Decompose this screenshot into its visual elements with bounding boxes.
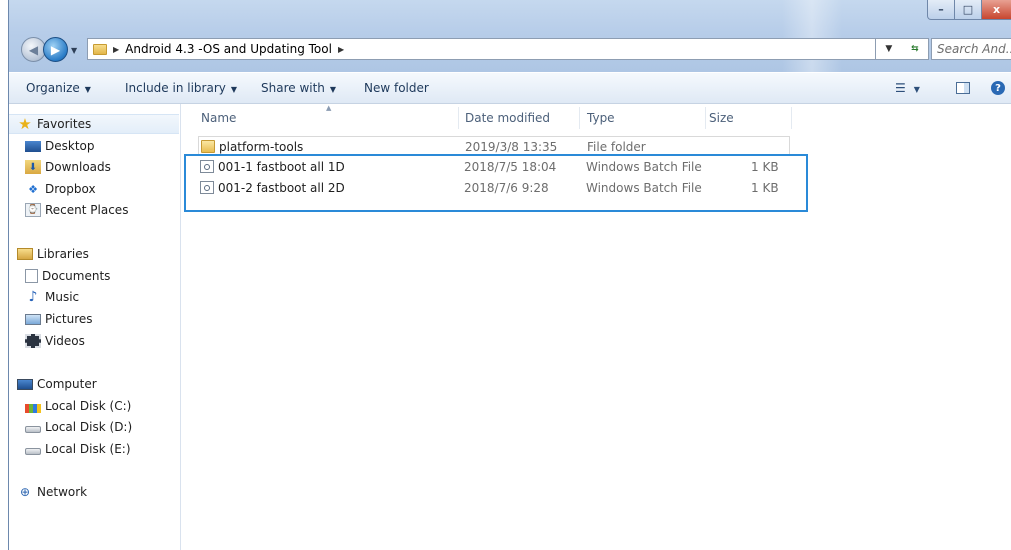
explorer-window: – □ x ◀ ▶ ▼ ▶ Android 4.3 -OS and Updati… [8,0,1011,550]
folder-icon [201,140,215,153]
chevron-down-icon: ▼ [84,85,91,94]
file-type: File folder [587,140,646,154]
disk-icon [25,447,41,455]
sidebar-item-favorites[interactable]: ★ Favorites [9,114,179,134]
column-header-name[interactable]: Name [201,111,236,125]
file-row-platform-tools[interactable]: platform-tools 2019/3/8 13:35 File folde… [198,136,790,156]
view-details-icon: ☰ [895,81,906,95]
help-icon[interactable]: ? [991,81,1005,95]
share-with-button[interactable]: Share with ▼ [261,81,336,95]
search-placeholder: Search And... [937,42,1011,56]
videos-icon [25,334,41,348]
chevron-down-icon: ▼ [913,85,920,94]
disk-icon [25,425,41,433]
libraries-icon [17,248,33,260]
sidebar-item-computer[interactable]: Computer [9,374,97,394]
sidebar-item-videos[interactable]: Videos [9,331,85,351]
sidebar-item-local-disk-e[interactable]: Local Disk (E:) [9,439,131,459]
desktop-icon [25,140,41,152]
sidebar-item-network[interactable]: ⊕ Network [9,482,87,502]
column-header-date-modified[interactable]: Date modified [465,111,550,125]
pictures-icon [25,313,41,325]
file-name: platform-tools [219,140,304,154]
column-header-size[interactable]: Size [709,111,734,125]
system-disk-icon [25,403,41,413]
new-folder-button[interactable]: New folder [364,81,429,95]
music-icon: ♪ [28,289,38,305]
command-bar: Organize ▼ Include in library ▼ Share with… [9,72,1011,104]
breadcrumb-chevron-icon[interactable]: ▶ [338,45,344,54]
back-arrow-icon: ◀ [28,42,39,57]
folder-icon [93,43,107,55]
sidebar-item-downloads[interactable]: ⬇ Downloads [9,157,111,177]
file-date: 2019/3/8 13:35 [465,140,558,154]
search-input[interactable]: Search And... ⚲ [931,38,1011,60]
computer-icon [17,378,33,390]
minimize-button[interactable]: – [927,0,955,20]
navigation-buttons: ◀ ▶ ▼ [21,37,81,64]
address-actions: ▼ ⇆ [876,38,929,60]
sidebar-item-pictures[interactable]: Pictures [9,309,93,329]
annotation-highlight-box [184,154,808,212]
change-view-button[interactable]: ☰ ▼ [895,81,920,95]
organize-button[interactable]: Organize ▼ [26,81,91,95]
sidebar-item-libraries[interactable]: Libraries [9,244,89,264]
forward-button[interactable]: ▶ [43,37,68,62]
close-button[interactable]: x [982,0,1011,20]
recent-places-icon: ⌚ [25,203,41,217]
recent-pages-dropdown-icon[interactable]: ▼ [71,46,77,55]
downloads-icon: ⬇ [25,160,41,174]
sidebar-item-local-disk-c[interactable]: Local Disk (C:) [9,396,131,416]
sidebar-item-recent-places[interactable]: ⌚ Recent Places [9,200,128,220]
include-in-library-button[interactable]: Include in library ▼ [125,81,237,95]
sidebar-item-dropbox[interactable]: ❖ Dropbox [9,179,96,199]
column-header-type[interactable]: Type [587,111,615,125]
sidebar-item-documents[interactable]: Documents [9,266,110,286]
documents-icon [25,269,38,283]
chevron-down-icon: ▼ [329,85,337,94]
sidebar-item-music[interactable]: ♪ Music [9,287,80,307]
maximize-button[interactable]: □ [955,0,982,20]
dropbox-icon: ❖ [28,182,38,196]
star-icon: ★ [18,115,32,133]
navigation-pane: ★ Favorites Desktop ⬇ Downloads ❖ Dropbo… [9,104,180,550]
title-bar: – □ x ◀ ▶ ▼ ▶ Android 4.3 -OS and Updati… [9,0,1011,72]
refresh-icon[interactable]: ⇆ [911,44,919,54]
sidebar-item-local-disk-d[interactable]: Local Disk (D:) [9,417,132,437]
address-bar[interactable]: ▶ Android 4.3 -OS and Updating Tool ▶ [87,38,876,60]
breadcrumb-current-folder[interactable]: Android 4.3 -OS and Updating Tool [125,42,332,56]
window-controls: – □ x [927,0,1011,20]
chevron-down-icon: ▼ [230,85,238,94]
breadcrumb-chevron-icon[interactable]: ▶ [113,45,119,54]
preview-pane-icon[interactable] [956,82,970,94]
sort-ascending-icon: ▲ [326,104,332,112]
forward-arrow-icon: ▶ [50,42,61,57]
address-dropdown-icon[interactable]: ▼ [885,44,892,54]
sidebar-item-desktop[interactable]: Desktop [9,136,95,156]
network-icon: ⊕ [19,485,31,499]
